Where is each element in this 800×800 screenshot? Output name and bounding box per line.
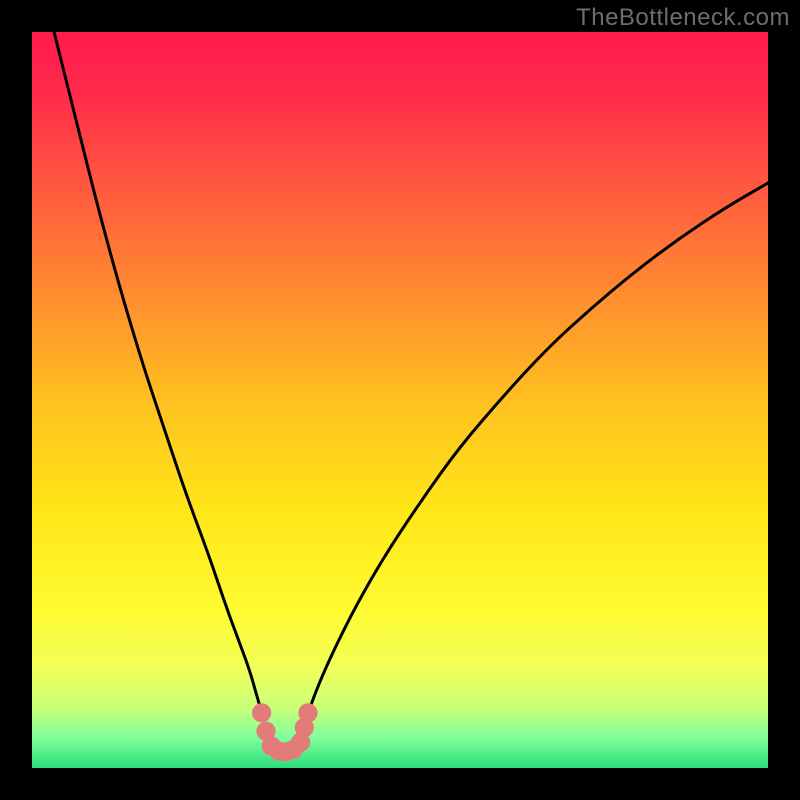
marker-dot xyxy=(298,703,317,722)
marker-dot xyxy=(252,703,271,722)
watermark-text: TheBottleneck.com xyxy=(576,4,790,32)
chart-frame: TheBottleneck.com xyxy=(0,0,800,800)
plot-background xyxy=(32,32,768,768)
bottleneck-chart xyxy=(0,0,800,800)
